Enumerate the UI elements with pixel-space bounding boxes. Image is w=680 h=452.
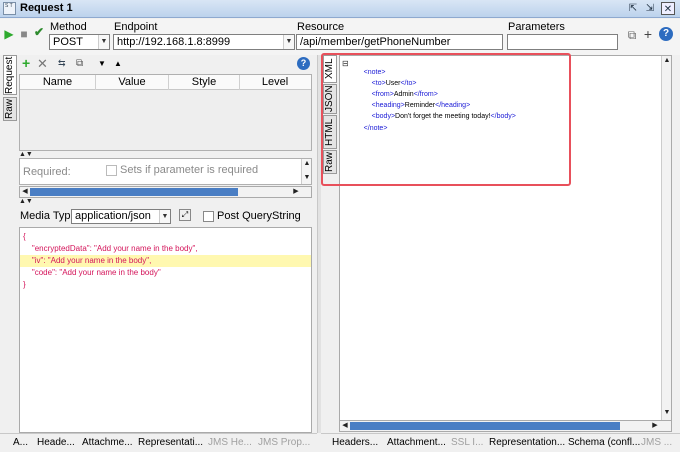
post-querystring-checkbox[interactable] [203, 211, 214, 222]
tab-attachments[interactable]: Attachment... [387, 437, 446, 448]
soapui-window-icon: S T [3, 2, 16, 15]
method-value: POST [53, 36, 83, 48]
parameters-label: Parameters [508, 21, 565, 33]
chevron-down-icon[interactable]: ▼ [283, 35, 294, 49]
method-label: Method [50, 21, 87, 33]
tab-raw[interactable]: Raw [3, 97, 17, 121]
endpoint-value: http://192.168.1.8:8999 [117, 36, 231, 48]
resource-value: /api/member/getPhoneNumber [300, 36, 451, 48]
scrollbar-thumb[interactable] [350, 422, 620, 430]
remove-param-icon[interactable]: ✕ [37, 56, 48, 71]
move-down-icon[interactable]: ▼ [98, 56, 106, 71]
format-icon[interactable]: ⤢ [179, 209, 191, 221]
scroll-right-icon[interactable]: ▶ [650, 421, 660, 431]
code-line: } [23, 280, 26, 289]
column-header-style[interactable]: Style [169, 76, 239, 88]
chevron-down-icon[interactable]: ▼ [98, 35, 109, 49]
resource-input[interactable]: /api/member/getPhoneNumber [296, 34, 503, 50]
parameters-input[interactable] [507, 34, 618, 50]
run-icon[interactable]: ▶ [4, 27, 14, 41]
scroll-right-icon[interactable]: ▶ [291, 187, 301, 197]
scroll-up-icon[interactable]: ▲ [302, 159, 312, 169]
column-header-value[interactable]: Value [96, 76, 168, 88]
add-param-icon[interactable]: + [22, 56, 30, 71]
request-body-editor[interactable]: { "encryptedData": "Add your name in the… [19, 227, 312, 433]
tab-headers[interactable]: Heade... [37, 437, 75, 448]
validate-check-icon[interactable]: ✔ [33, 25, 45, 39]
sets-if-required-label: Sets if parameter is required [120, 164, 259, 176]
scroll-down-icon[interactable]: ▼ [302, 173, 312, 183]
request-toolbar: ▶ ■ ✔ Method POST ▼ Endpoint http://192.… [0, 19, 680, 55]
media-type-row: Media Type application/json ▼ ⤢ Post Que… [19, 208, 315, 226]
scroll-up-icon[interactable]: ▲ [662, 56, 672, 66]
code-line: "code": "Add your name in the body" [23, 268, 161, 277]
splitter-arrows-icon[interactable]: ▲▼ [19, 151, 33, 158]
horizontal-scrollbar[interactable]: ◀ ▶ [19, 186, 312, 198]
response-panel: XML JSON HTML Raw ⊟ <note> <to>User</to>… [321, 53, 680, 433]
stop-icon[interactable]: ■ [19, 27, 29, 41]
tab-jms-headers[interactable]: JMS He... [208, 437, 252, 448]
scroll-down-icon[interactable]: ▼ [662, 408, 672, 418]
tab-jms[interactable]: JMS ... [641, 437, 672, 448]
required-label: Required: [23, 166, 71, 178]
response-highlight-annotation [321, 53, 571, 186]
scrollbar-thumb[interactable] [30, 188, 238, 196]
resource-label: Resource [297, 21, 345, 33]
help-icon[interactable]: ? [659, 27, 673, 41]
tab-schema[interactable]: Schema (confl... [568, 437, 640, 448]
update-params-icon[interactable]: ⇆ [58, 56, 66, 71]
params-table-header: Name Value Style Level [20, 75, 311, 90]
code-line: { [23, 232, 26, 241]
vertical-scrollbar[interactable]: ▲ ▼ [661, 56, 671, 420]
media-type-select[interactable]: application/json [71, 209, 171, 224]
tab-auth[interactable]: A... [13, 437, 28, 448]
params-table: Name Value Style Level [19, 74, 312, 151]
tab-attachments[interactable]: Attachme... [82, 437, 133, 448]
column-header-name[interactable]: Name [20, 76, 95, 88]
code-line-current: "iv": "Add your name in the body", [20, 255, 311, 267]
horizontal-scrollbar[interactable]: ◀ ▶ [339, 420, 672, 432]
code-line: "encryptedData": "Add your name in the b… [23, 244, 198, 253]
window-title: Request 1 [20, 2, 73, 14]
add-icon[interactable]: + [643, 27, 653, 41]
sets-if-required-checkbox[interactable] [106, 165, 117, 176]
column-header-level[interactable]: Level [240, 76, 310, 88]
tab-jms-properties[interactable]: JMS Prop... [258, 437, 310, 448]
detach-icon[interactable]: ⇱ [626, 2, 640, 15]
post-querystring-label: Post QueryString [217, 210, 301, 222]
tab-ssl-info[interactable]: SSL I... [451, 437, 483, 448]
restore-icon[interactable]: ⇲ [643, 2, 657, 15]
title-bar: S T Request 1 ⇱ ⇲ ✕ [0, 0, 680, 18]
media-type-label: Media Type [20, 210, 77, 222]
endpoint-label: Endpoint [114, 21, 158, 33]
help-icon[interactable]: ? [297, 57, 310, 70]
scroll-left-icon[interactable]: ◀ [340, 421, 350, 431]
tab-representations[interactable]: Representati... [138, 437, 203, 448]
request-bottom-tabs: A... Heade... Attachme... Representati..… [0, 433, 317, 452]
response-bottom-tabs: Headers... Attachment... SSL I... Repres… [321, 433, 680, 452]
tab-headers[interactable]: Headers... [332, 437, 378, 448]
tab-representations[interactable]: Representation... [489, 437, 565, 448]
copy-params-icon[interactable]: ⧉ [76, 56, 83, 71]
splitter-arrows-icon[interactable]: ▲▼ [19, 198, 33, 205]
close-icon[interactable]: ✕ [661, 2, 675, 15]
required-box: Required: Sets if parameter is required … [19, 158, 312, 185]
params-toolbar: + ✕ ⇆ ⧉ ▼ ▲ ? [19, 56, 315, 72]
move-up-icon[interactable]: ▲ [114, 56, 122, 71]
media-type-value: application/json [75, 210, 151, 222]
chevron-down-icon[interactable]: ▼ [159, 210, 170, 223]
scroll-left-icon[interactable]: ◀ [20, 187, 30, 197]
tab-request[interactable]: Request [3, 55, 17, 95]
vertical-scrollbar[interactable]: ▲ ▼ [301, 159, 311, 184]
copy-icon[interactable]: ⧉ [626, 28, 638, 42]
endpoint-select[interactable]: http://192.168.1.8:8999 [113, 34, 295, 50]
request-panel: Request Raw + ✕ ⇆ ⧉ ▼ ▲ ? Name Value Sty… [0, 55, 317, 433]
